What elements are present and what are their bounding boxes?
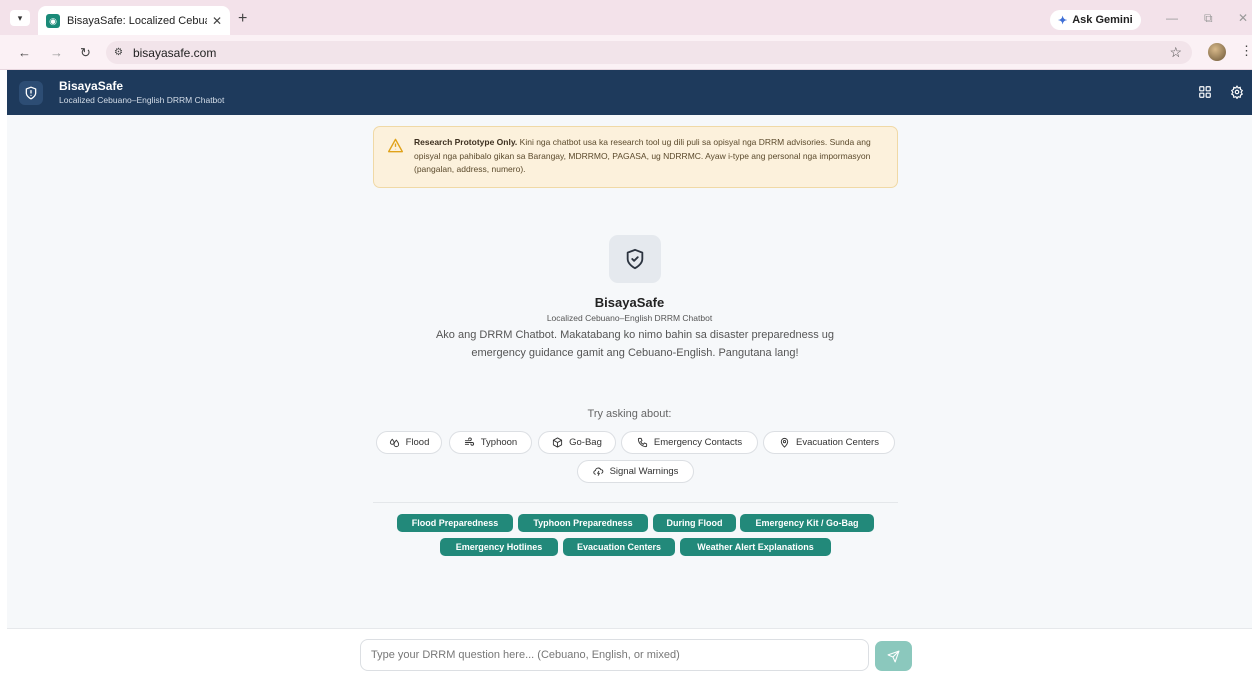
shield-check-icon: [609, 235, 661, 283]
profile-avatar[interactable]: [1208, 43, 1226, 61]
quick-reply-flood-preparedness[interactable]: Flood Preparedness: [397, 514, 513, 532]
bookmark-star-icon[interactable]: ☆: [1169, 44, 1182, 61]
close-window-icon[interactable]: ✕: [1238, 11, 1248, 25]
divider: [373, 502, 898, 503]
try-asking-label: Try asking about:: [587, 408, 672, 420]
topic-label: Typhoon: [480, 437, 518, 448]
send-button[interactable]: [875, 641, 912, 671]
new-tab-button[interactable]: +: [238, 10, 247, 28]
site-info-icon[interactable]: ⚙: [114, 47, 123, 58]
quick-reply-typhoon-preparedness[interactable]: Typhoon Preparedness: [518, 514, 648, 532]
close-tab-icon[interactable]: ✕: [212, 14, 222, 28]
topic-label: Emergency Contacts: [653, 437, 743, 448]
chat-input[interactable]: [360, 639, 869, 671]
topic-chip-evacuation-centers[interactable]: Evacuation Centers: [763, 431, 895, 454]
shield-logo-icon: [19, 81, 43, 105]
chat-input-bar: [7, 628, 1252, 673]
browser-tab-bar: ▾ ◉ BisayaSafe: Localized Cebuano- ✕ + ✦…: [0, 0, 1252, 35]
address-bar-row: ← → ↻ ⚙ bisayasafe.com ☆: [0, 35, 1252, 70]
research-warning-banner: Research Prototype Only. Kini nga chatbo…: [373, 126, 898, 188]
reload-icon[interactable]: ↻: [80, 45, 91, 61]
tab-title: BisayaSafe: Localized Cebuano-: [67, 14, 207, 27]
topic-chip-emergency-contacts[interactable]: Emergency Contacts: [621, 431, 758, 454]
quick-reply-emergency-kit[interactable]: Emergency Kit / Go-Bag: [740, 514, 874, 532]
chat-area: Research Prototype Only. Kini nga chatbo…: [7, 115, 1252, 628]
app-header: BisayaSafe Localized Cebuano–English DRR…: [7, 70, 1252, 115]
ask-gemini-button[interactable]: ✦ Ask Gemini: [1050, 10, 1141, 30]
topic-label: Go-Bag: [569, 437, 602, 448]
map-pin-icon: [780, 437, 789, 448]
topic-label: Flood: [405, 437, 430, 448]
gemini-icon: ✦: [1058, 14, 1068, 27]
forward-icon[interactable]: →: [50, 45, 63, 60]
cloud-lightning-icon: [592, 467, 603, 476]
omnibox[interactable]: ⚙ bisayasafe.com ☆: [106, 41, 1192, 64]
send-icon: [887, 650, 900, 662]
quick-reply-during-flood[interactable]: During Flood: [653, 514, 736, 532]
topic-chip-typhoon[interactable]: Typhoon: [449, 431, 532, 454]
topic-label: Signal Warnings: [609, 466, 679, 477]
topic-chip-go-bag[interactable]: Go-Bag: [538, 431, 616, 454]
phone-icon: [637, 437, 647, 448]
app-subtitle: Localized Cebuano–English DRRM Chatbot: [59, 95, 225, 105]
topic-chip-flood[interactable]: Flood: [376, 431, 442, 454]
url-text[interactable]: bisayasafe.com: [133, 46, 216, 60]
grid-icon[interactable]: [1198, 85, 1212, 99]
restore-icon[interactable]: ⧉: [1204, 11, 1213, 26]
hero-intro: Ako ang DRRM Chatbot. Makatabang ko nimo…: [435, 329, 835, 359]
back-icon[interactable]: ←: [18, 45, 31, 60]
droplets-icon: [389, 438, 399, 448]
warning-title: Research Prototype Only.: [414, 137, 518, 147]
favicon-icon: ◉: [46, 13, 60, 28]
app-name: BisayaSafe: [59, 79, 124, 93]
hero-title: BisayaSafe: [594, 295, 665, 310]
settings-icon[interactable]: [1230, 85, 1244, 99]
tab-search-button[interactable]: ▾: [10, 10, 30, 26]
package-icon: [553, 437, 563, 448]
minimize-icon[interactable]: —: [1166, 11, 1178, 25]
browser-tab[interactable]: ◉ BisayaSafe: Localized Cebuano- ✕: [38, 6, 230, 35]
quick-reply-weather-alerts[interactable]: Weather Alert Explanations: [680, 538, 831, 556]
warning-triangle-icon: [388, 138, 403, 153]
topic-label: Evacuation Centers: [796, 437, 879, 448]
browser-menu-icon[interactable]: ⋮: [1240, 43, 1252, 59]
quick-reply-emergency-hotlines[interactable]: Emergency Hotlines: [440, 538, 558, 556]
hero-subtitle: Localized Cebuano–English DRRM Chatbot: [546, 313, 713, 323]
quick-reply-evacuation-centers[interactable]: Evacuation Centers: [563, 538, 675, 556]
topic-chip-signal-warnings[interactable]: Signal Warnings: [577, 460, 694, 483]
ask-gemini-label: Ask Gemini: [1072, 14, 1133, 26]
wind-icon: [464, 437, 474, 446]
